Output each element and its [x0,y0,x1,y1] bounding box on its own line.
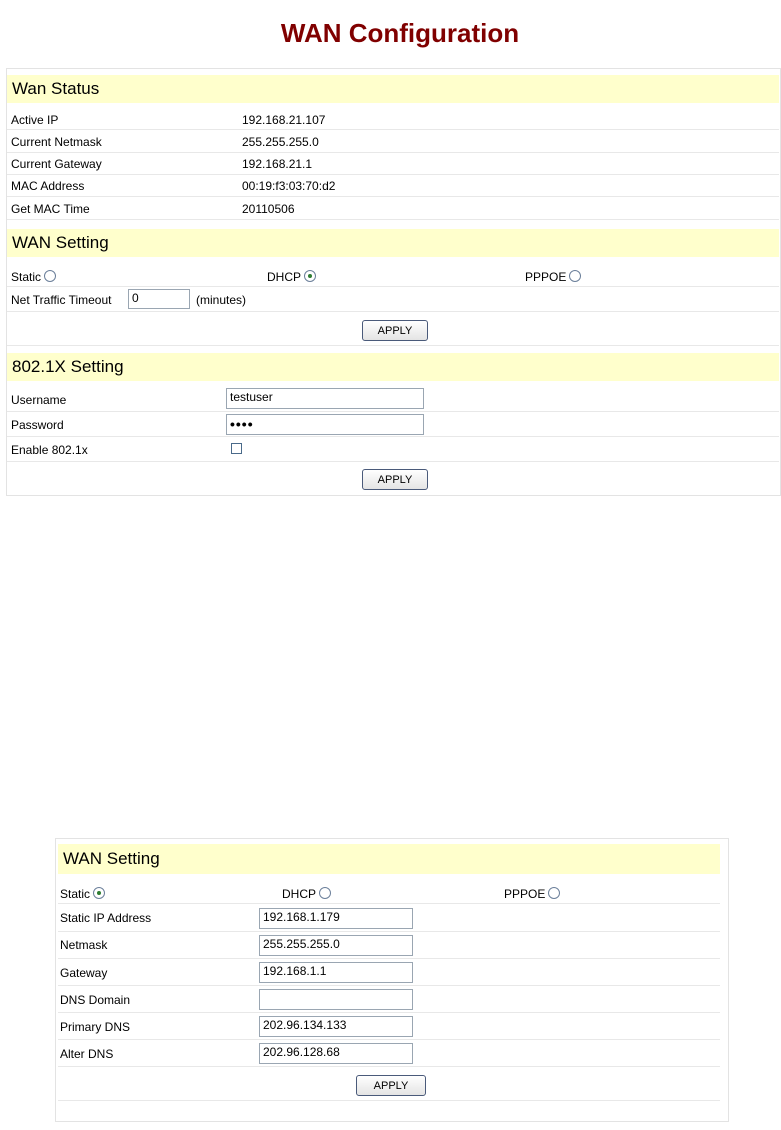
static-option[interactable]: Static [11,270,57,284]
wan-apply-button[interactable]: APPLY [362,320,428,341]
password-row: Password •••• [7,413,779,437]
pppoe-radio[interactable] [548,887,561,899]
gateway-row: Gateway 192.168.1.1 [58,959,720,986]
status-row-active-ip: Active IP 192.168.21.107 [7,108,779,130]
status-value: 192.168.21.107 [242,113,326,127]
pppoe-label: PPPOE [525,270,567,284]
enable-label: Enable 802.1x [11,443,88,457]
dhcp-radio[interactable] [304,270,317,282]
status-row-gateway: Current Gateway 192.168.21.1 [7,153,779,175]
static-radio[interactable] [44,270,57,282]
gateway-input[interactable]: 192.168.1.1 [259,962,413,983]
static-ip-label: Static IP Address [60,911,152,925]
dhcp-option[interactable]: DHCP [267,270,317,284]
username-row: Username testuser [7,387,779,412]
dhcp-label: DHCP [267,270,302,284]
status-value: 255.255.255.0 [242,135,319,149]
netmask-label: Netmask [60,938,108,952]
password-input[interactable]: •••• [226,414,424,435]
dns-domain-input[interactable] [259,989,413,1010]
netmask-input[interactable]: 255.255.255.0 [259,935,413,956]
dot1x-apply-button[interactable]: APPLY [362,469,428,490]
pppoe-label: PPPOE [504,887,546,901]
status-label: Current Netmask [11,135,102,149]
dns-domain-label: DNS Domain [60,993,131,1007]
static-apply-button[interactable]: APPLY [356,1075,426,1096]
primary-dns-row: Primary DNS 202.96.134.133 [58,1013,720,1040]
static-ip-input[interactable]: 192.168.1.179 [259,908,413,929]
static-type-row: Static DHCP PPPOE [58,880,720,904]
timeout-input[interactable]: 0 [128,289,190,309]
static-label: Static [60,887,91,901]
pppoe-option[interactable]: PPPOE [504,887,561,901]
wan-setting-header: WAN Setting [7,229,779,257]
static-apply-row: APPLY [58,1069,720,1101]
wan-static-header: WAN Setting [58,844,720,874]
wan-status-header: Wan Status [7,75,779,103]
static-ip-row: Static IP Address 192.168.1.179 [58,905,720,932]
primary-dns-input[interactable]: 202.96.134.133 [259,1016,413,1037]
pppoe-option[interactable]: PPPOE [525,270,582,284]
gateway-label: Gateway [60,966,108,980]
timeout-row: Net Traffic Timeout 0 (minutes) [7,288,779,312]
alter-dns-input[interactable]: 202.96.128.68 [259,1043,413,1064]
connection-type-row: Static DHCP PPPOE [7,263,779,287]
status-label: Current Gateway [11,157,102,171]
timeout-unit: (minutes) [196,293,247,307]
static-label: Static [11,270,42,284]
pppoe-radio[interactable] [569,270,582,282]
status-label: Active IP [11,113,59,127]
dhcp-radio[interactable] [319,887,332,899]
status-value: 192.168.21.1 [242,157,313,171]
status-row-mac-time: Get MAC Time 20110506 [7,198,779,220]
wan-apply-row: APPLY [7,316,779,346]
static-radio[interactable] [93,887,106,899]
enable-row: Enable 802.1x [7,438,779,462]
dns-domain-row: DNS Domain [58,986,720,1013]
alter-dns-label: Alter DNS [60,1047,114,1061]
dot1x-header: 802.1X Setting [7,353,779,381]
enable-8021x-checkbox[interactable] [231,443,242,454]
alter-dns-row: Alter DNS 202.96.128.68 [58,1040,720,1067]
static-option[interactable]: Static [60,887,106,901]
username-label: Username [11,393,67,407]
status-row-mac: MAC Address 00:19:f3:03:70:d2 [7,175,779,197]
page-title: WAN Configuration [280,18,520,48]
status-value: 20110506 [242,202,295,216]
status-value: 00:19:f3:03:70:d2 [242,179,336,193]
password-label: Password [11,418,64,432]
timeout-label: Net Traffic Timeout [11,293,112,307]
netmask-row: Netmask 255.255.255.0 [58,932,720,959]
dot1x-apply-row: APPLY [7,465,779,495]
status-row-netmask: Current Netmask 255.255.255.0 [7,131,779,153]
status-label: Get MAC Time [11,202,90,216]
primary-dns-label: Primary DNS [60,1020,131,1034]
status-label: MAC Address [11,179,85,193]
dhcp-option[interactable]: DHCP [282,887,332,901]
username-input[interactable]: testuser [226,388,424,409]
dhcp-label: DHCP [282,887,317,901]
